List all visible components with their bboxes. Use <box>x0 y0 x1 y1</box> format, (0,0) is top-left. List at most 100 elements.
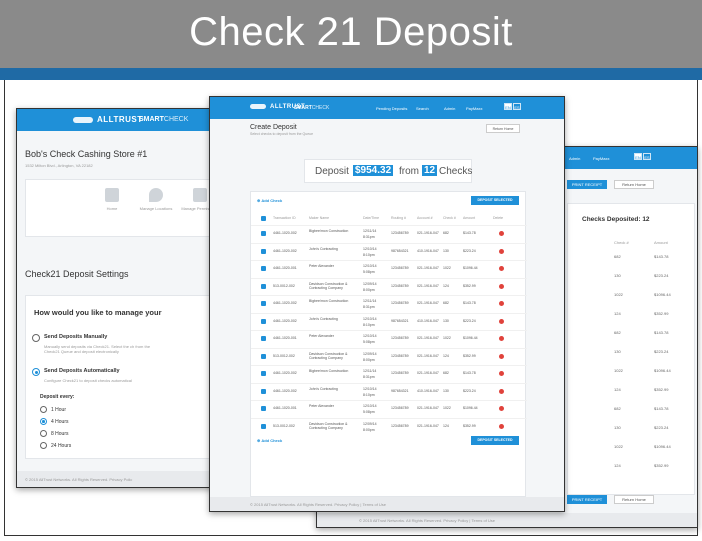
receipt-panel: Checks Deposited: 12 Check # Amount 682 $… <box>567 203 695 495</box>
cell-date: 12/09/14 <box>363 281 377 286</box>
center-footer: © 2015 AllTrust Networks. All Rights Res… <box>210 497 564 511</box>
delete-icon[interactable] <box>499 231 504 236</box>
tile-manage-locations[interactable]: Manage Locations <box>136 188 176 211</box>
row-checkbox[interactable] <box>261 248 266 254</box>
col-check-number: Check # <box>614 240 629 245</box>
row-checkbox[interactable] <box>261 266 266 271</box>
nav-location-center[interactable]: PayMaxx <box>466 106 482 111</box>
radio-1-hour[interactable] <box>40 406 47 413</box>
delete-icon[interactable] <box>499 406 504 411</box>
return-home-button[interactable]: Return Home <box>614 180 654 189</box>
table-row[interactable]: 513-0012-002 Davidson Construction & Cont… <box>251 277 527 294</box>
delete-icon[interactable] <box>499 423 504 429</box>
tile-home[interactable]: Home <box>92 188 132 211</box>
deposit-summary: Deposit $954.32 from 12 Checks <box>304 159 472 183</box>
lock-icon <box>193 188 207 202</box>
receipt-cell-amount: $1096.44 <box>654 292 671 297</box>
row-checkbox[interactable] <box>261 353 266 359</box>
cell-time: 8:00pm <box>363 427 375 432</box>
table-row[interactable]: 4461-1020-001 Peter Alexander 12/10/14 5:08… <box>251 330 527 346</box>
option-auto-desc: Configure Check21 to deposit checks auto… <box>44 378 132 383</box>
col-account: Account # <box>417 216 433 220</box>
nav-location[interactable]: PayMaxx <box>593 156 609 161</box>
cell-account: 021-1916-047 <box>417 266 439 270</box>
table-row[interactable]: 513-0012-002 Davidson Construction & Cont… <box>251 347 527 364</box>
cell-amount: $223.24 <box>463 248 476 253</box>
nav-search[interactable]: Search <box>416 106 429 111</box>
nav-admin-center[interactable]: Admin <box>444 106 455 111</box>
nav-pending-deposits[interactable]: Pending Deposits <box>376 106 407 111</box>
table-row[interactable]: 4461-1020-001 Peter Alexander 12/10/14 5:08… <box>251 400 527 416</box>
cell-time: 5:08pm <box>363 410 375 414</box>
table-row[interactable]: 4461-1020-001 Peter Alexander 12/10/14 5:08… <box>251 260 527 276</box>
delete-icon[interactable] <box>499 248 504 254</box>
radio-send-manually[interactable] <box>32 334 40 342</box>
return-home-button-center[interactable]: Return Home <box>486 124 520 133</box>
row-checkbox[interactable] <box>261 371 266 376</box>
delete-icon[interactable] <box>499 353 504 359</box>
cell-routing: 123456789 <box>391 423 409 428</box>
select-all-checkbox[interactable] <box>261 216 266 221</box>
cell-check: 124 <box>443 283 449 288</box>
cell-date: 12/10/14 <box>363 246 377 251</box>
table-row[interactable]: 4461-1020-002 John's Contracting 12/10/14 8… <box>251 382 527 399</box>
cell-routing: 987654321 <box>391 248 409 253</box>
radio-24-hours[interactable] <box>40 442 47 449</box>
add-check-button[interactable]: ⊕ Add Check <box>257 198 282 203</box>
cell-routing: 123456789 <box>391 336 409 340</box>
cell-routing: 123456789 <box>391 353 409 358</box>
row-checkbox[interactable] <box>261 318 266 324</box>
delete-icon[interactable] <box>499 301 504 306</box>
row-checkbox[interactable] <box>261 283 266 289</box>
delete-icon[interactable] <box>499 388 504 394</box>
table-row[interactable]: 4461-1020-002 Bigbee/mon Construction 12/1… <box>251 295 527 311</box>
cell-amount: $143.78 <box>463 371 476 375</box>
delete-icon[interactable] <box>499 336 504 341</box>
row-checkbox[interactable] <box>261 406 266 411</box>
cell-time: 8:31pm <box>363 235 375 239</box>
row-checkbox[interactable] <box>261 336 266 341</box>
table-row[interactable]: 4461-1020-002 Bigbee/mon Construction 12/1… <box>251 225 527 241</box>
deposit-selected-button[interactable]: DEPOSIT SELECTED <box>471 196 519 205</box>
cell-check: 124 <box>443 423 449 428</box>
add-check-button-bottom[interactable]: ⊕ Add Check <box>257 438 282 443</box>
delete-icon[interactable] <box>499 283 504 289</box>
freq-4-hours-label: 4 Hours <box>51 419 69 425</box>
cell-tid: 513-0012-002 <box>273 423 295 428</box>
deposit-selected-button-bottom[interactable]: DEPOSIT SELECTED <box>471 436 519 445</box>
cell-maker: Bigbee/mon Construction <box>309 229 349 233</box>
cell-tid: 4461-1020-001 <box>273 336 297 340</box>
row-checkbox[interactable] <box>261 423 266 429</box>
lang-es-center[interactable]: ES <box>513 103 521 110</box>
radio-4-hours[interactable] <box>40 418 47 425</box>
row-checkbox[interactable] <box>261 301 266 306</box>
row-checkbox[interactable] <box>261 388 266 394</box>
table-row[interactable]: 4461-1020-002 Bigbee/mon Construction 12/1… <box>251 365 527 381</box>
return-home-button-bottom[interactable]: Return Home <box>614 495 654 504</box>
cell-amount: $1096.44 <box>463 336 478 340</box>
home-icon <box>105 188 119 202</box>
print-receipt-button[interactable]: PRINT RECEIPT <box>567 180 607 189</box>
cell-maker: Peter Alexander <box>309 404 334 408</box>
alltrust-logo[interactable]: ALLTRUST <box>73 115 143 124</box>
lang-en-center[interactable]: EN <box>504 103 512 110</box>
radio-send-automatically[interactable] <box>32 368 40 376</box>
slide-header: Check 21 Deposit <box>0 0 702 68</box>
table-row[interactable]: 4461-1020-002 John's Contracting 12/10/14 8… <box>251 242 527 259</box>
cell-amount: $1096.44 <box>463 266 478 270</box>
print-receipt-button-bottom[interactable]: PRINT RECEIPT <box>567 495 607 504</box>
row-checkbox[interactable] <box>261 231 266 236</box>
delete-icon[interactable] <box>499 266 504 271</box>
nav-admin[interactable]: Admin <box>569 156 580 161</box>
lang-es[interactable]: ES <box>643 153 651 160</box>
receipt-cell-amount: $352.99 <box>654 311 669 316</box>
lang-en[interactable]: EN <box>634 153 642 160</box>
table-row[interactable]: 513-0012-002 Davidson Construction & Cont… <box>251 417 527 434</box>
table-row[interactable]: 4461-1020-002 John's Contracting 12/10/14 8… <box>251 312 527 329</box>
cell-time: 8:31pm <box>363 305 375 309</box>
radio-8-hours[interactable] <box>40 430 47 437</box>
cell-time: 8:10pm <box>363 392 375 397</box>
delete-icon[interactable] <box>499 371 504 376</box>
cell-time: 8:00pm <box>363 287 375 292</box>
delete-icon[interactable] <box>499 318 504 324</box>
